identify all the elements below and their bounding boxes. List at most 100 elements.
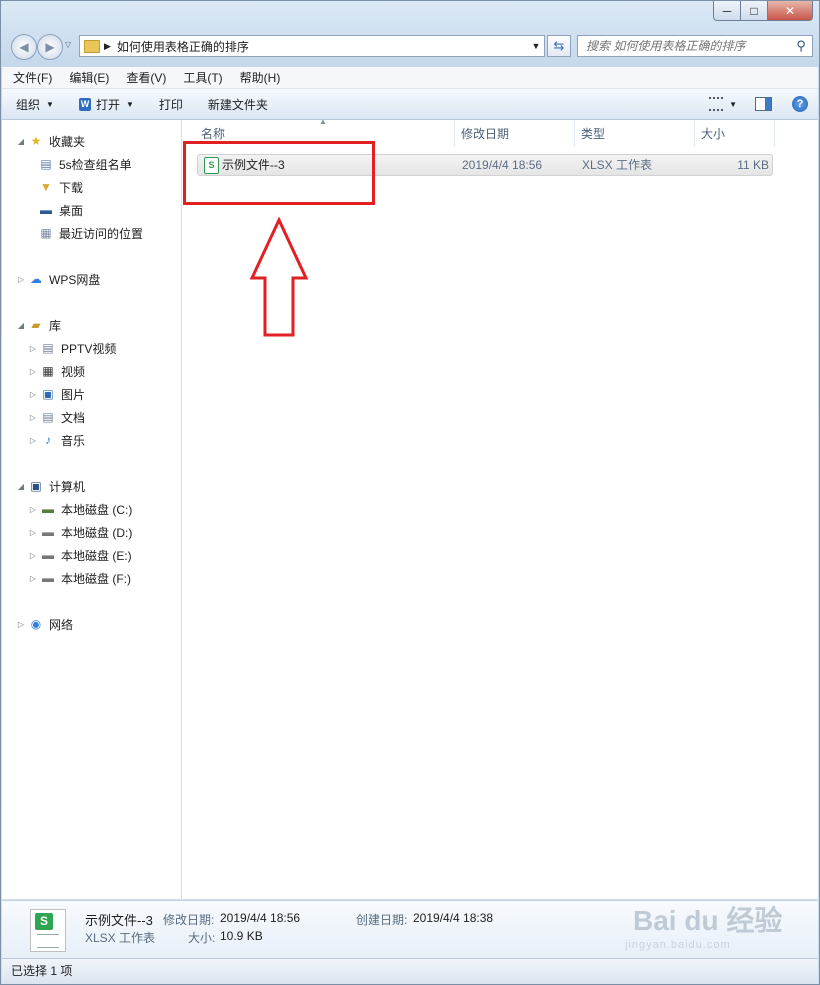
expand-arrow-icon[interactable]: ▷ xyxy=(28,551,38,560)
hard-drive-icon: ▬ xyxy=(42,548,54,562)
file-modified: 2019/4/4 18:56 xyxy=(462,158,543,172)
expand-arrow-icon[interactable]: ▷ xyxy=(28,390,38,399)
tree-item-drive-e[interactable]: ▷ ▬ 本地磁盘 (E:) xyxy=(28,545,132,565)
minimize-button[interactable]: ─ xyxy=(713,1,741,21)
recent-pages-dropdown[interactable]: ▽ xyxy=(65,40,71,49)
tree-label: 下载 xyxy=(59,180,84,195)
expand-arrow-icon[interactable]: ▷ xyxy=(28,436,38,445)
details-file-type: XLSX 工作表 xyxy=(85,931,156,945)
open-label: 打开 xyxy=(95,97,120,112)
status-text: 已选择 1 项 xyxy=(11,964,73,978)
tree-item-music[interactable]: ▷ ♪ 音乐 xyxy=(28,430,85,450)
address-path[interactable]: 如何使用表格正确的排序 xyxy=(117,38,528,55)
expand-arrow-icon[interactable]: ◢ xyxy=(16,321,26,330)
expand-arrow-icon[interactable]: ▷ xyxy=(16,620,26,629)
search-input[interactable] xyxy=(578,38,790,54)
menu-tools[interactable]: 工具(T) xyxy=(172,69,228,86)
star-icon: ★ xyxy=(30,134,42,148)
video-library-icon: ▤ xyxy=(42,341,54,355)
expand-arrow-icon[interactable]: ◢ xyxy=(16,137,26,146)
close-button[interactable]: ✕ xyxy=(768,1,813,21)
expand-arrow-icon[interactable]: ▷ xyxy=(28,528,38,537)
menu-view[interactable]: 查看(V) xyxy=(115,69,172,86)
navigation-bar: ◀ ▶ ▽ ▶ 如何使用表格正确的排序 ▼ ⇆ ⚲ xyxy=(9,33,813,60)
library-icon: ▰ xyxy=(31,318,41,332)
tree-item-drive-c[interactable]: ▷ ▬ 本地磁盘 (C:) xyxy=(28,499,132,519)
tree-label: 网络 xyxy=(49,617,74,632)
details-created-value: 2019/4/4 18:38 xyxy=(413,911,494,925)
view-options-icon[interactable] xyxy=(709,97,724,111)
tree-item-videos[interactable]: ▷ ▦ 视频 xyxy=(28,361,85,381)
search-box[interactable]: ⚲ xyxy=(577,35,813,57)
tree-label: PPTV视频 xyxy=(61,341,117,356)
hard-drive-icon: ▬ xyxy=(42,525,54,539)
caption-buttons: ─ □ ✕ xyxy=(713,1,813,21)
menu-file[interactable]: 文件(F) xyxy=(2,69,58,86)
details-file-name: 示例文件--3 xyxy=(85,913,153,928)
column-header-type[interactable]: 类型 xyxy=(575,120,695,147)
address-dropdown-icon[interactable]: ▼ xyxy=(528,41,544,51)
explorer-window: ─ □ ✕ ◀ ▶ ▽ ▶ 如何使用表格正确的排序 ▼ ⇆ ⚲ 文件(F) 编辑… xyxy=(0,0,820,985)
tree-item-recent-places[interactable]: ▦ 最近访问的位置 xyxy=(38,223,143,243)
tree-wps-cloud[interactable]: ▷ ☁ WPS网盘 xyxy=(16,269,100,289)
tree-label: 本地磁盘 (D:) xyxy=(61,525,133,540)
menu-help[interactable]: 帮助(H) xyxy=(229,69,287,86)
preview-pane-icon[interactable] xyxy=(755,97,772,111)
tree-item-downloads[interactable]: ▼ 下载 xyxy=(38,177,83,197)
computer-icon: ▣ xyxy=(30,479,42,493)
baidu-watermark: Bai du 经验 jingyan.baidu.com xyxy=(625,899,782,951)
print-button[interactable]: 打印 xyxy=(145,89,194,119)
status-bar: 已选择 1 项 xyxy=(2,958,818,984)
breadcrumb-arrow-icon[interactable]: ▶ xyxy=(104,41,111,52)
tree-item-5s-list[interactable]: ▤ 5s检查组名单 xyxy=(38,154,131,174)
tree-label: 收藏夹 xyxy=(49,134,86,149)
tree-label: 桌面 xyxy=(59,203,84,218)
chevron-down-icon: ▼ xyxy=(125,99,134,109)
tree-item-drive-f[interactable]: ▷ ▬ 本地磁盘 (F:) xyxy=(28,568,131,588)
refresh-button[interactable]: ⇆ xyxy=(547,35,571,57)
address-bar[interactable]: ▶ 如何使用表格正确的排序 ▼ xyxy=(79,35,545,57)
expand-arrow-icon[interactable]: ▷ xyxy=(28,344,38,353)
tree-label: WPS网盘 xyxy=(49,272,101,287)
tree-library[interactable]: ◢ ▰ 库 xyxy=(16,315,61,335)
back-button[interactable]: ◀ xyxy=(11,34,37,60)
tree-label: 音乐 xyxy=(61,433,86,448)
expand-arrow-icon[interactable]: ▷ xyxy=(16,275,26,284)
search-icon[interactable]: ⚲ xyxy=(790,38,812,54)
document-icon: ▤ xyxy=(42,410,54,424)
tree-item-desktop[interactable]: ▬ 桌面 xyxy=(38,200,83,220)
film-icon: ▦ xyxy=(42,364,54,378)
downloads-folder-icon: ▼ xyxy=(40,180,52,194)
tree-label: 图片 xyxy=(61,387,86,402)
column-header-modified[interactable]: 修改日期 xyxy=(455,120,575,147)
maximize-button[interactable]: □ xyxy=(741,1,768,21)
expand-arrow-icon[interactable]: ▷ xyxy=(28,505,38,514)
tree-item-documents[interactable]: ▷ ▤ 文档 xyxy=(28,407,85,427)
expand-arrow-icon[interactable]: ◢ xyxy=(16,482,26,491)
recent-places-icon: ▦ xyxy=(40,226,52,240)
tree-label: 本地磁盘 (E:) xyxy=(61,548,132,563)
open-button[interactable]: W 打开 ▼ xyxy=(65,89,145,119)
tree-favorites[interactable]: ◢ ★ 收藏夹 xyxy=(16,131,85,151)
command-bar: 组织 ▼ W 打开 ▼ 打印 新建文件夹 ▼ ? xyxy=(2,89,818,120)
tree-item-pptv[interactable]: ▷ ▤ PPTV视频 xyxy=(28,338,116,358)
menu-edit[interactable]: 编辑(E) xyxy=(58,69,115,86)
details-modified-label: 修改日期: xyxy=(163,913,215,927)
organize-button[interactable]: 组织 ▼ xyxy=(2,89,65,119)
view-dropdown-icon[interactable]: ▼ xyxy=(729,100,737,109)
forward-button[interactable]: ▶ xyxy=(37,34,63,60)
new-folder-label: 新建文件夹 xyxy=(207,97,268,112)
tree-computer[interactable]: ◢ ▣ 计算机 xyxy=(16,476,85,496)
column-header-size[interactable]: 大小 xyxy=(695,120,775,147)
file-type: XLSX 工作表 xyxy=(582,158,653,172)
tree-item-drive-d[interactable]: ▷ ▬ 本地磁盘 (D:) xyxy=(28,522,132,542)
tree-network[interactable]: ▷ ◉ 网络 xyxy=(16,614,73,634)
expand-arrow-icon[interactable]: ▷ xyxy=(28,367,38,376)
tree-item-pictures[interactable]: ▷ ▣ 图片 xyxy=(28,384,85,404)
expand-arrow-icon[interactable]: ▷ xyxy=(28,413,38,422)
details-size-value: 10.9 KB xyxy=(220,929,263,943)
network-icon: ◉ xyxy=(30,617,42,631)
new-folder-button[interactable]: 新建文件夹 xyxy=(194,89,279,119)
expand-arrow-icon[interactable]: ▷ xyxy=(28,574,38,583)
help-icon[interactable]: ? xyxy=(792,96,808,112)
